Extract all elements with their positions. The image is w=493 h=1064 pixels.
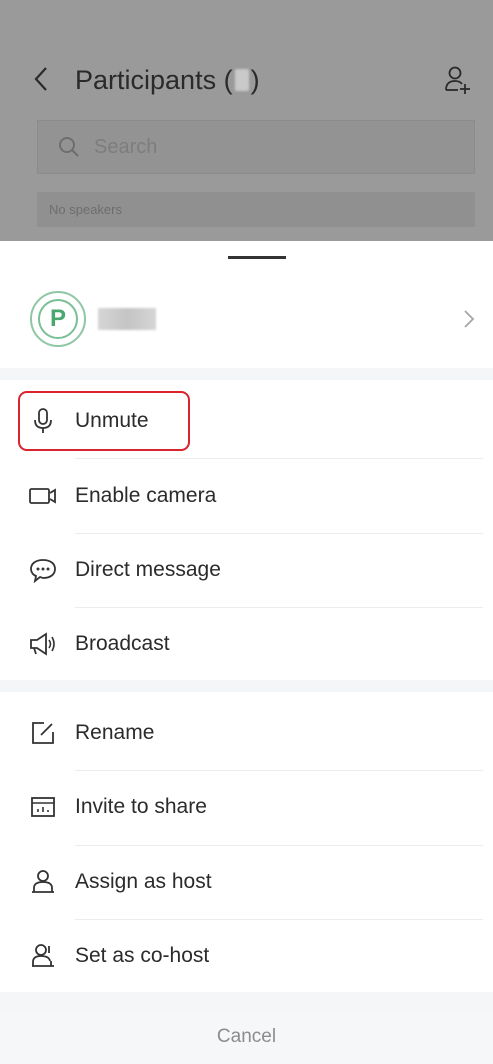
section-divider xyxy=(0,992,493,1010)
participant-info-row[interactable]: P xyxy=(0,278,493,368)
megaphone-icon xyxy=(28,629,58,659)
host-user-icon xyxy=(28,867,58,897)
participants-background: Participants ( ) Search No speakers xyxy=(0,0,493,241)
broadcast-button[interactable]: Broadcast xyxy=(0,608,493,680)
broadcast-label: Broadcast xyxy=(75,632,170,655)
cancel-label: Cancel xyxy=(216,1026,277,1047)
invite-to-share-button[interactable]: Invite to share xyxy=(0,771,493,843)
avatar: P xyxy=(30,291,86,347)
direct-message-button[interactable]: Direct message xyxy=(0,534,493,606)
rename-label: Rename xyxy=(75,721,155,744)
avatar-letter: P xyxy=(38,299,78,339)
cancel-button[interactable]: Cancel xyxy=(0,1010,493,1064)
back-button[interactable] xyxy=(30,64,52,94)
section-divider xyxy=(0,368,493,380)
enable-camera-button[interactable]: Enable camera xyxy=(0,460,493,532)
assign-as-host-label: Assign as host xyxy=(75,870,212,893)
set-as-cohost-button[interactable]: Set as co-host xyxy=(0,920,493,992)
divider xyxy=(75,458,483,459)
camera-icon xyxy=(28,481,58,511)
page-title: Participants ( ) xyxy=(75,64,260,96)
assign-as-host-button[interactable]: Assign as host xyxy=(0,846,493,918)
section-divider xyxy=(0,680,493,692)
invite-to-share-label: Invite to share xyxy=(75,795,207,818)
search-input[interactable]: Search xyxy=(37,120,475,174)
unmute-highlight-box xyxy=(18,391,190,451)
enable-camera-label: Enable camera xyxy=(75,484,217,507)
header-bar: Participants ( ) xyxy=(0,60,493,100)
page-title-text: Participants ( xyxy=(75,65,233,95)
search-placeholder: Search xyxy=(94,135,158,158)
participant-count-redacted xyxy=(234,69,249,91)
add-participant-button[interactable] xyxy=(443,64,473,96)
add-user-icon xyxy=(445,66,470,94)
sheet-drag-handle[interactable] xyxy=(228,256,286,259)
speakers-status: No speakers xyxy=(37,192,475,227)
chat-bubble-icon xyxy=(28,555,58,585)
chevron-right-icon xyxy=(464,310,475,328)
participant-name-redacted xyxy=(98,308,156,330)
share-screen-icon xyxy=(28,792,58,822)
edit-icon xyxy=(28,718,58,748)
set-as-cohost-label: Set as co-host xyxy=(75,944,210,967)
page-title-suffix: ) xyxy=(250,65,260,95)
cohost-user-icon xyxy=(28,941,58,971)
direct-message-label: Direct message xyxy=(75,558,221,581)
chevron-left-icon xyxy=(34,67,47,91)
search-icon xyxy=(59,137,79,157)
rename-button[interactable]: Rename xyxy=(0,697,493,769)
